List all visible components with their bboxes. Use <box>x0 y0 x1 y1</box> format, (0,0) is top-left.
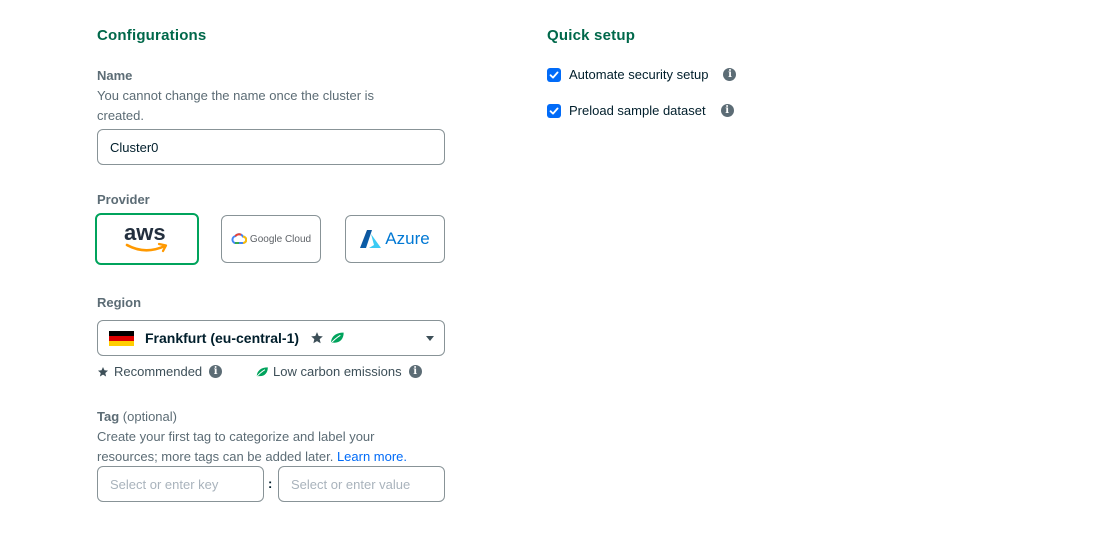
star-icon <box>311 332 323 344</box>
region-selected-value: Frankfurt (eu-central-1) <box>145 330 300 346</box>
low-carbon-legend: Low carbon emissions i <box>255 364 422 379</box>
name-description: You cannot change the name once the clus… <box>97 86 374 126</box>
checkbox-checked[interactable] <box>547 103 561 118</box>
tag-value-input[interactable] <box>278 466 445 502</box>
tag-description: Create your first tag to categorize and … <box>97 427 407 467</box>
automate-security-label: Automate security setup <box>569 67 709 82</box>
tag-description-line2: resources; more tags can be added later. <box>97 449 334 464</box>
aws-logo-icon: aws <box>123 220 171 254</box>
checkbox-checked[interactable] <box>547 67 561 82</box>
check-icon <box>549 71 559 78</box>
azure-icon <box>360 230 382 248</box>
provider-aws-card[interactable]: aws <box>95 213 199 265</box>
cluster-name-input[interactable] <box>97 129 445 165</box>
quick-setup-title: Quick setup <box>547 27 636 44</box>
info-icon[interactable]: i <box>723 68 737 81</box>
region-select[interactable]: Frankfurt (eu-central-1) <box>97 320 445 356</box>
cluster-config-page: Configurations Name You cannot change th… <box>0 0 1095 543</box>
preload-dataset-label: Preload sample dataset <box>569 103 706 118</box>
configurations-title: Configurations <box>97 27 207 44</box>
info-icon[interactable]: i <box>209 365 223 378</box>
name-description-line2: created. <box>97 108 144 123</box>
name-label: Name <box>97 68 133 83</box>
name-description-line1: You cannot change the name once the clus… <box>97 88 375 103</box>
tag-key-input[interactable] <box>97 466 264 502</box>
recommended-label: Recommended <box>114 364 203 379</box>
tag-separator: : <box>268 476 273 491</box>
provider-azure-card[interactable]: Azure <box>345 215 445 263</box>
flag-stripe <box>109 340 134 346</box>
preload-dataset-option[interactable]: Preload sample dataset i <box>547 103 734 118</box>
leaf-icon <box>255 366 268 378</box>
chevron-down-icon <box>426 336 434 341</box>
azure-logo-text: Azure <box>385 229 430 248</box>
automate-security-option[interactable]: Automate security setup i <box>547 67 737 82</box>
leaf-icon <box>329 332 344 345</box>
info-icon[interactable]: i <box>408 365 422 378</box>
provider-gcp-card[interactable]: Google Cloud <box>221 215 321 263</box>
learn-more-link[interactable]: Learn more. <box>337 449 407 464</box>
tag-label: Tag (optional) <box>97 409 177 424</box>
recommended-legend: Recommended i <box>97 364 223 379</box>
tag-optional-text: (optional) <box>122 409 177 424</box>
google-cloud-logo-text: Google Cloud <box>249 233 312 245</box>
tag-description-line1: Create your first tag to categorize and … <box>97 429 375 444</box>
region-label: Region <box>97 295 142 310</box>
low-carbon-label: Low carbon emissions <box>273 364 402 379</box>
star-icon <box>98 366 108 376</box>
info-icon[interactable]: i <box>720 104 734 117</box>
google-cloud-icon <box>231 233 247 244</box>
check-icon <box>549 107 559 114</box>
provider-label: Provider <box>97 192 150 207</box>
tag-label-text: Tag <box>97 409 120 424</box>
tag-description-line2-wrap: resources; more tags can be added later.… <box>97 447 407 467</box>
germany-flag-icon <box>109 330 134 346</box>
